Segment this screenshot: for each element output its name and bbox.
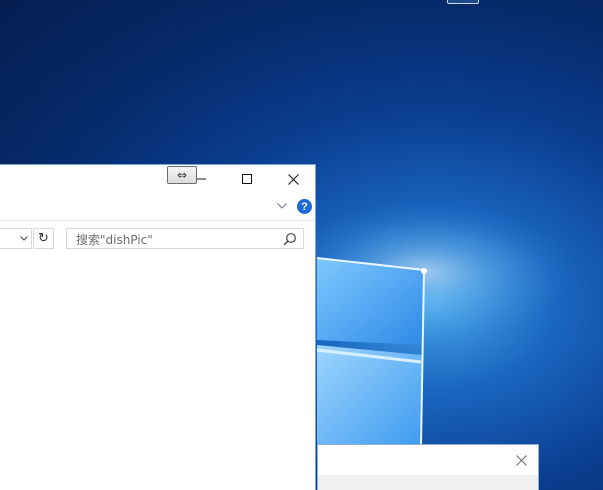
refresh-button[interactable]: ↻ (33, 228, 54, 249)
dialog-title-bar[interactable] (318, 445, 538, 475)
dialog-close-button[interactable] (512, 451, 530, 469)
maximize-icon (242, 174, 252, 184)
resize-tooltip: ⇔ (167, 166, 197, 184)
ribbon-tabs-row: ? (0, 193, 315, 221)
minimize-icon (196, 178, 206, 180)
desktop: ⇔ ? ↻ 搜索"dishPic" (0, 0, 603, 490)
expand-ribbon-button[interactable] (274, 198, 290, 214)
address-row: ↻ 搜索"dishPic" (0, 221, 315, 255)
close-icon (287, 173, 299, 185)
title-bar[interactable]: ⇔ (0, 165, 315, 193)
maximize-button[interactable] (224, 165, 270, 193)
dialog-body (318, 475, 538, 490)
close-icon (515, 454, 527, 466)
search-placeholder: 搜索"dishPic" (76, 233, 153, 247)
close-button[interactable] (270, 165, 316, 193)
chevron-down-icon (277, 203, 287, 209)
address-dropdown-button[interactable] (18, 232, 30, 244)
chevron-down-icon (20, 235, 28, 241)
refresh-icon: ↻ (38, 231, 49, 246)
dialog-window (317, 444, 539, 490)
search-input[interactable]: 搜索"dishPic" (66, 228, 304, 249)
file-explorer-window: ⇔ ? ↻ 搜索"dishPic" (0, 164, 316, 490)
window-edge (447, 0, 479, 4)
help-button[interactable]: ? (297, 199, 312, 214)
search-icon[interactable] (283, 232, 297, 246)
file-list-area[interactable] (0, 255, 315, 490)
